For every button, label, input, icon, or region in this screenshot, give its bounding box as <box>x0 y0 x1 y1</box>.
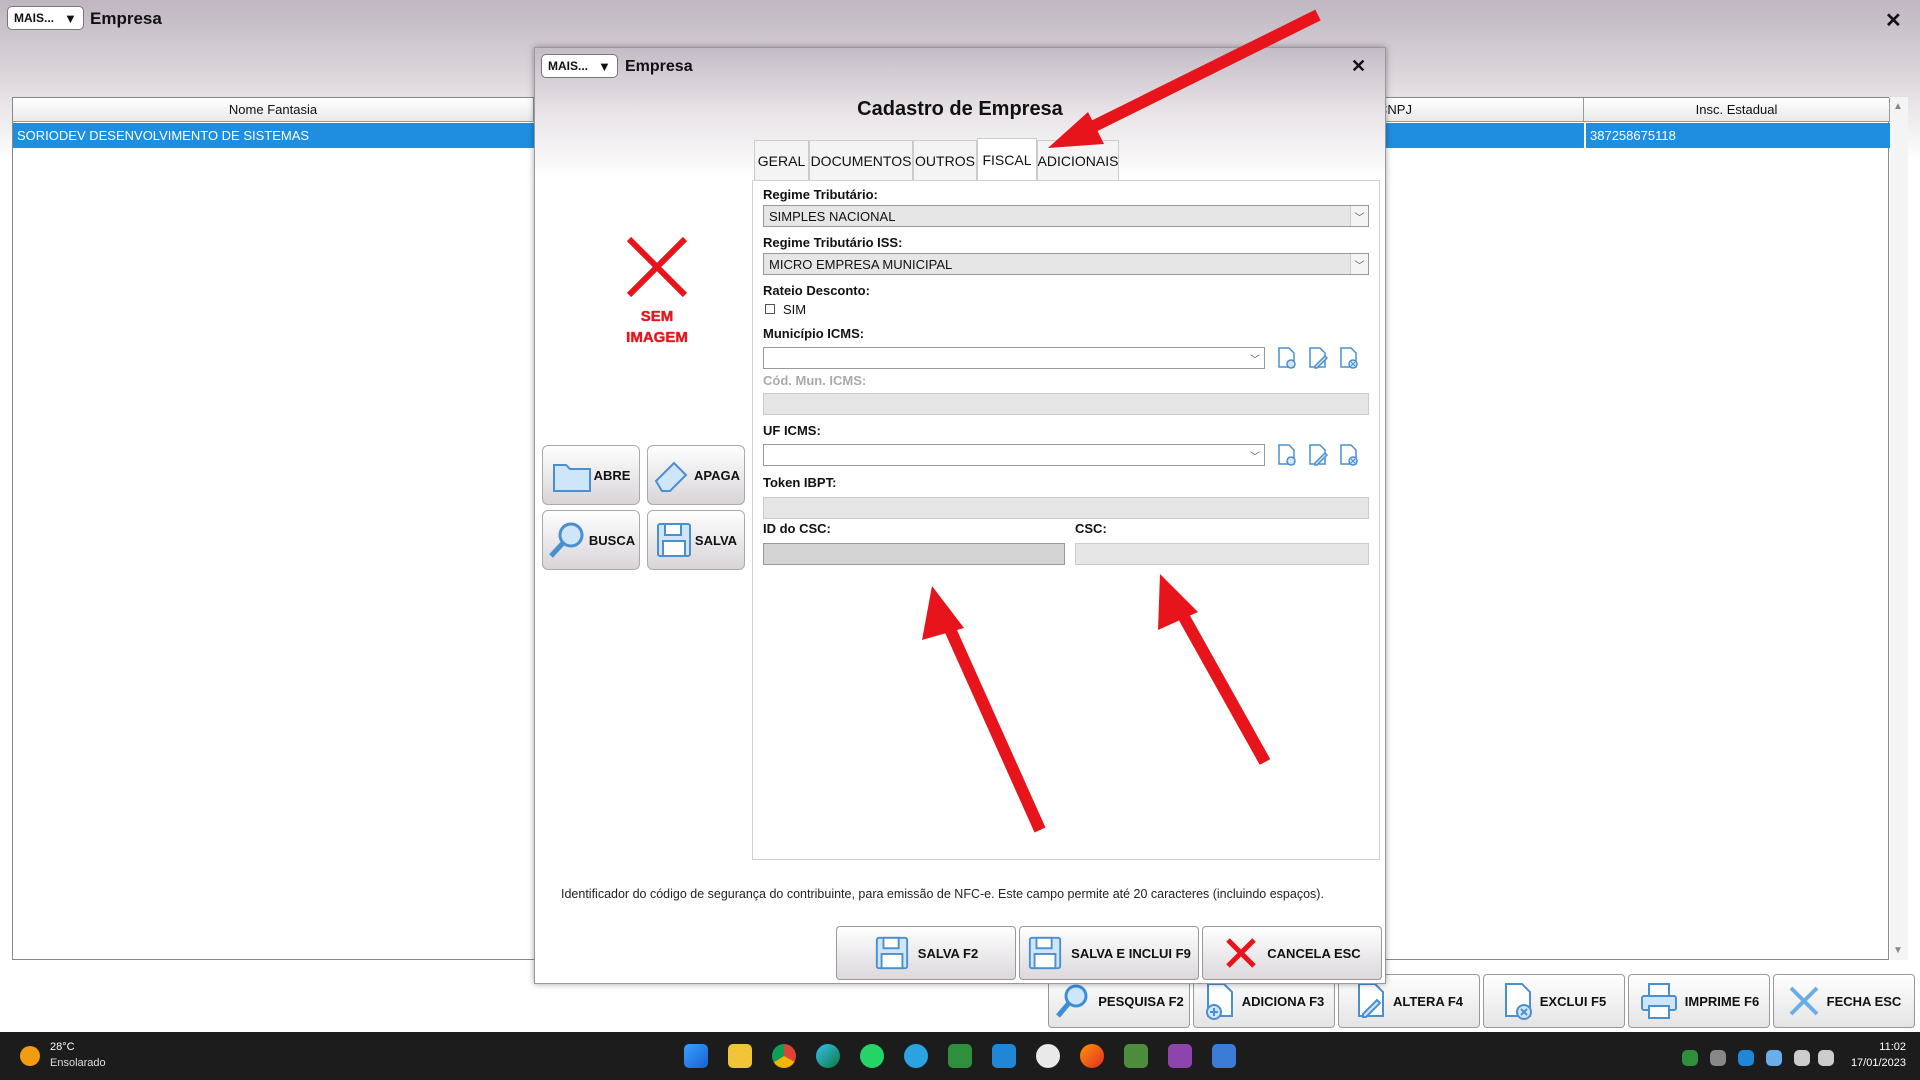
remote-access-icon[interactable] <box>992 1044 1016 1068</box>
spreadsheet-icon[interactable] <box>948 1044 972 1068</box>
weather-temp[interactable]: 28°C <box>50 1041 75 1053</box>
edge-icon[interactable] <box>816 1044 840 1068</box>
network-icon[interactable] <box>1794 1050 1810 1066</box>
clock-time[interactable]: 11:02 <box>1866 1041 1906 1053</box>
clapper-icon[interactable] <box>1168 1044 1192 1068</box>
arrow-to-csc <box>1158 574 1271 765</box>
arrow-to-fiscal-tab <box>1048 9 1321 148</box>
annotation-arrows <box>922 9 1321 833</box>
windows-start-icon[interactable] <box>684 1044 708 1068</box>
file-explorer-icon[interactable] <box>728 1044 752 1068</box>
telegram-icon[interactable] <box>904 1044 928 1068</box>
clock-date[interactable]: 17/01/2023 <box>1840 1057 1906 1069</box>
notepad-icon[interactable] <box>1212 1044 1236 1068</box>
volume-icon[interactable] <box>1818 1050 1834 1066</box>
whatsapp-icon[interactable] <box>860 1044 884 1068</box>
app-s-icon[interactable] <box>1124 1044 1148 1068</box>
firefox-icon[interactable] <box>1080 1044 1104 1068</box>
usb-icon[interactable] <box>1710 1050 1726 1066</box>
tray-app-icon[interactable] <box>1682 1050 1698 1066</box>
sun-icon[interactable] <box>20 1046 40 1066</box>
app-icon[interactable] <box>1036 1044 1060 1068</box>
arrow-to-id-csc <box>922 586 1046 833</box>
weather-desc[interactable]: Ensolarado <box>50 1057 106 1069</box>
security-icon[interactable] <box>1738 1050 1754 1066</box>
cloud-icon[interactable] <box>1766 1050 1782 1066</box>
chrome-icon[interactable] <box>772 1044 796 1068</box>
